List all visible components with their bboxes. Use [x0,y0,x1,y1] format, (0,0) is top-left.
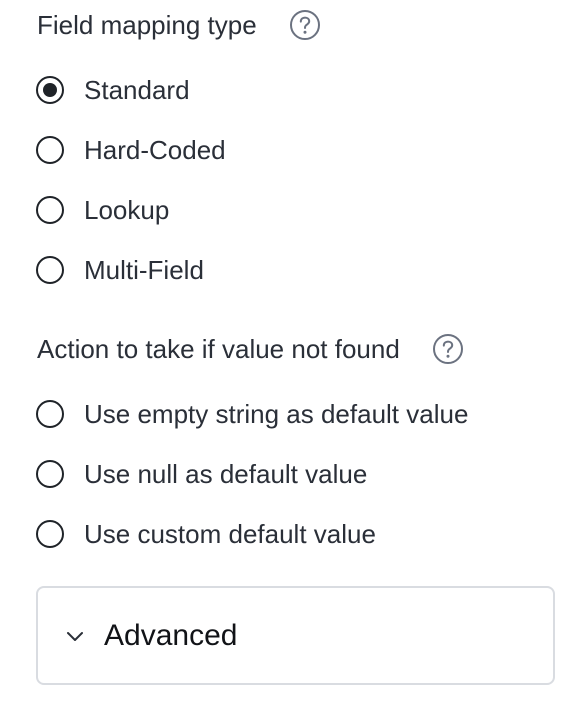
radio-option-null[interactable]: Use null as default value [36,457,367,491]
help-circle-icon[interactable] [432,333,464,365]
radio-button[interactable] [36,256,64,284]
advanced-label: Advanced [104,618,238,652]
radio-label: Hard-Coded [84,135,226,165]
radio-button[interactable] [36,196,64,224]
advanced-accordion[interactable]: Advanced [36,586,555,685]
radio-option-custom-default[interactable]: Use custom default value [36,517,376,551]
radio-button[interactable] [36,136,64,164]
not-found-action-title: Action to take if value not found [37,334,400,364]
field-mapping-type-heading: Field mapping type [37,9,321,41]
help-circle-icon[interactable] [289,9,321,41]
radio-label: Standard [84,75,190,105]
radio-option-multi-field[interactable]: Multi-Field [36,253,204,287]
chevron-down-icon [64,625,86,647]
not-found-action-heading: Action to take if value not found [37,333,464,365]
field-mapping-type-title: Field mapping type [37,10,257,40]
radio-option-empty-string[interactable]: Use empty string as default value [36,397,468,431]
radio-label: Lookup [84,195,170,225]
radio-button-selected[interactable] [36,76,64,104]
radio-label: Multi-Field [84,255,204,285]
radio-button[interactable] [36,520,64,548]
radio-option-standard[interactable]: Standard [36,73,190,107]
radio-label: Use custom default value [84,519,376,549]
radio-button[interactable] [36,460,64,488]
radio-label: Use null as default value [84,459,368,489]
radio-button[interactable] [36,400,64,428]
radio-label: Use empty string as default value [84,399,469,429]
radio-option-hard-coded[interactable]: Hard-Coded [36,133,226,167]
radio-option-lookup[interactable]: Lookup [36,193,169,227]
